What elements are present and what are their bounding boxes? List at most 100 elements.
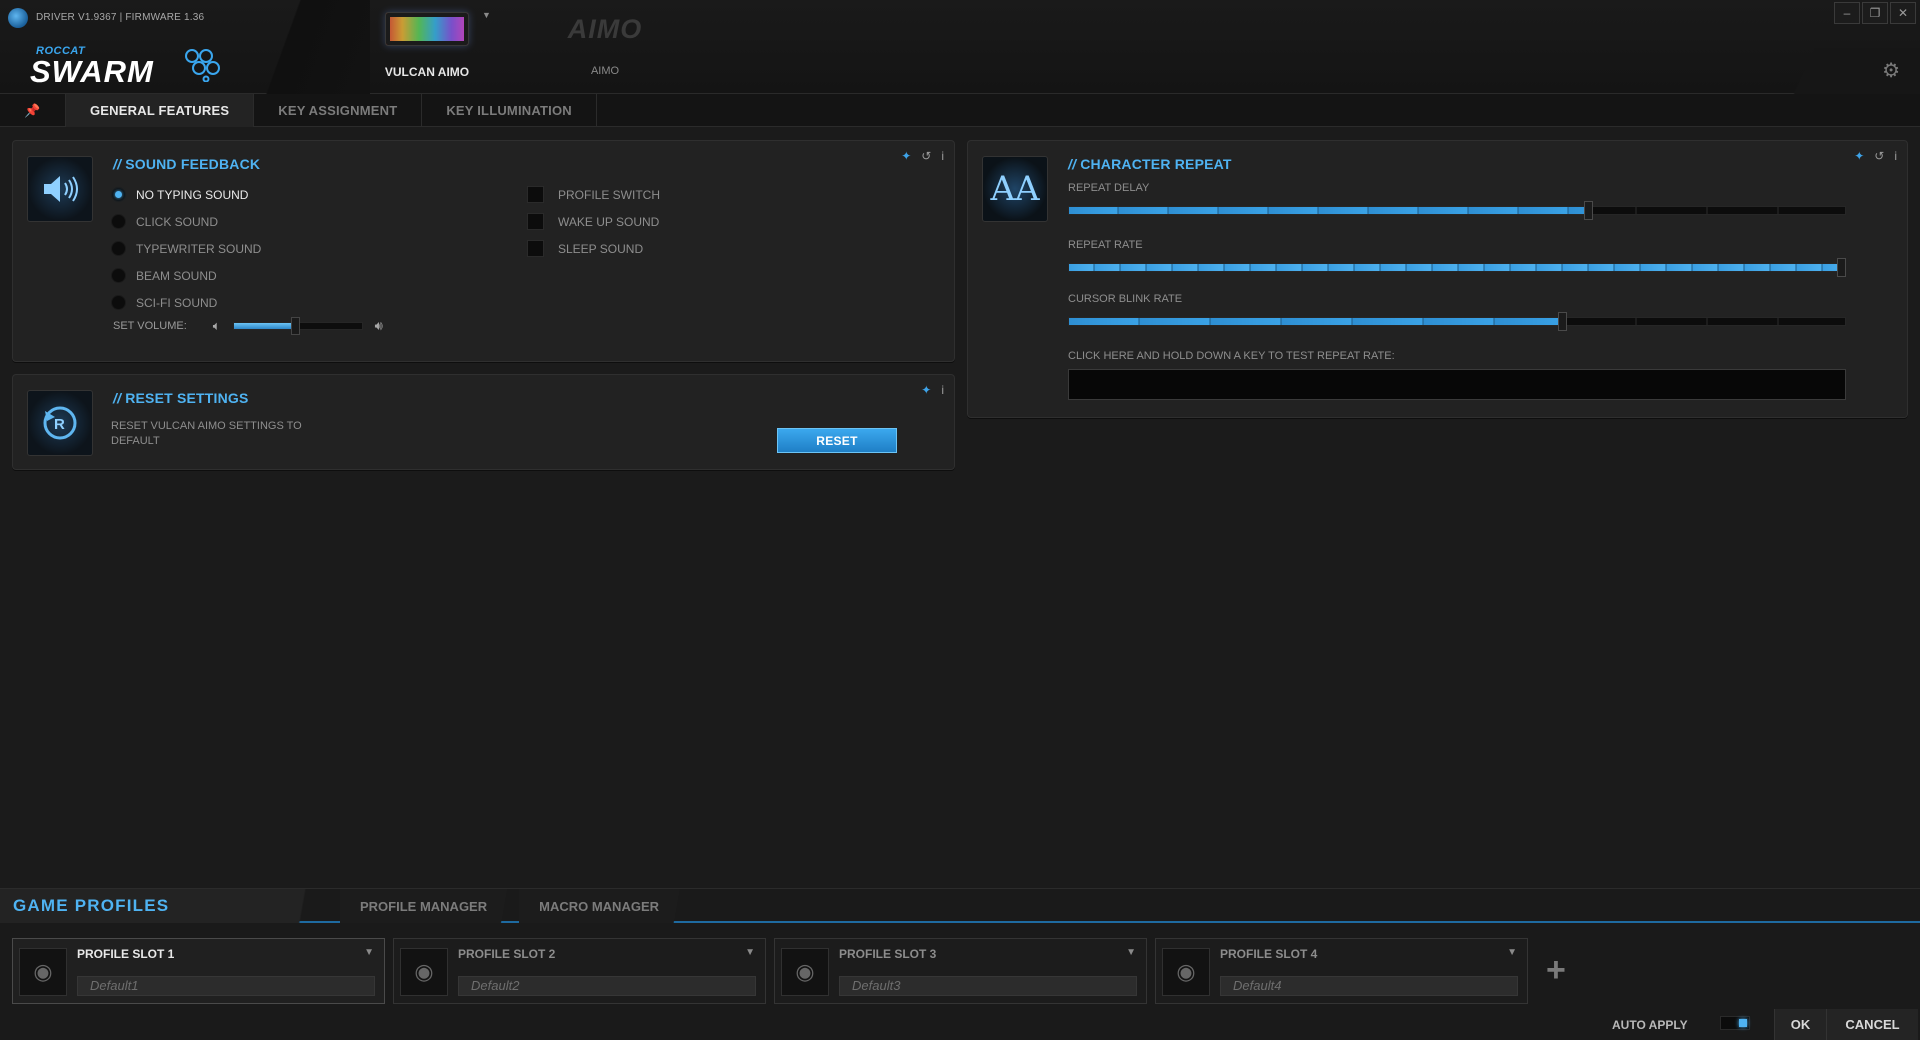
radio-typewriter-sound[interactable]: TYPEWRITER SOUND [111, 235, 261, 262]
test-repeat-input[interactable] [1068, 369, 1846, 400]
panel-tools: ✦ ↺ i [901, 149, 944, 163]
cancel-button[interactable]: CANCEL [1826, 1009, 1918, 1040]
tab-key-illumination[interactable]: KEY ILLUMINATION [422, 94, 597, 127]
volume-slider-handle[interactable] [290, 317, 300, 335]
device-dropdown-icon[interactable]: ▼ [482, 10, 491, 20]
radio-button[interactable] [111, 295, 126, 310]
ok-button[interactable]: OK [1774, 1009, 1826, 1040]
radio-button[interactable] [111, 268, 126, 283]
profile-name-field[interactable]: Default2 [458, 976, 756, 996]
checkbox[interactable] [527, 240, 544, 257]
profile-slot-3[interactable]: ◉ PROFILE SLOT 3 ▼ Default3 [774, 938, 1147, 1004]
checkbox[interactable] [527, 186, 544, 203]
pin-icon[interactable]: ✦ [921, 383, 931, 397]
cursor-blink-rate-control: CURSOR BLINK RATE [1068, 293, 1848, 331]
close-icon[interactable]: ✕ [1890, 2, 1916, 24]
radio-label: SCI-FI SOUND [136, 295, 218, 310]
profile-slot-2[interactable]: ◉ PROFILE SLOT 2 ▼ Default2 [393, 938, 766, 1004]
auto-apply-toggle[interactable] [1720, 1016, 1750, 1030]
restore-icon[interactable]: ❐ [1862, 2, 1888, 24]
roccat-avatar-icon: ◉ [19, 948, 67, 996]
profile-slot-1[interactable]: ◉ PROFILE SLOT 1 ▼ Default1 [12, 938, 385, 1004]
radio-label: TYPEWRITER SOUND [136, 241, 262, 256]
minimize-icon[interactable]: – [1834, 2, 1860, 24]
chevron-down-icon[interactable]: ▼ [1507, 947, 1517, 958]
radio-button[interactable] [111, 187, 126, 202]
panel-tools: ✦ ↺ i [1854, 149, 1897, 163]
speaker-high-icon: 🔊︎ [374, 318, 383, 333]
info-icon[interactable]: i [941, 383, 944, 397]
reset-button[interactable]: RESET [777, 428, 897, 453]
pin-icon[interactable]: ✦ [1854, 149, 1864, 163]
slider-handle[interactable] [1558, 312, 1568, 331]
cursor-blink-rate-slider[interactable] [1068, 312, 1846, 331]
panel-title: //RESET SETTINGS [113, 390, 249, 406]
sound-toggles: PROFILE SWITCH WAKE UP SOUND SLEEP SOUND [527, 181, 660, 262]
roccat-avatar-icon: ◉ [781, 948, 829, 996]
sound-options: NO TYPING SOUND CLICK SOUND TYPEWRITER S… [111, 181, 261, 316]
profile-slot-name: PROFILE SLOT 1 [77, 947, 175, 961]
device-aimo[interactable]: AIMO AIMO [550, 12, 660, 82]
main-tabs: 📌 GENERAL FEATURES KEY ASSIGNMENT KEY IL… [0, 94, 1920, 127]
radio-click-sound[interactable]: CLICK SOUND [111, 208, 261, 235]
profile-name-field[interactable]: Default3 [839, 976, 1137, 996]
tab-game-profiles[interactable]: GAME PROFILES [0, 889, 340, 923]
info-icon[interactable]: i [941, 149, 944, 163]
profile-name-field[interactable]: Default4 [1220, 976, 1518, 996]
checkbox-label: WAKE UP SOUND [558, 214, 660, 229]
pin-icon[interactable]: 📌 [0, 94, 66, 127]
undo-icon[interactable]: ↺ [1874, 149, 1884, 163]
chevron-down-icon[interactable]: ▼ [364, 947, 374, 958]
header-shade [230, 0, 370, 94]
toggle-knob [1739, 1019, 1747, 1027]
radio-button[interactable] [111, 214, 126, 229]
pin-icon[interactable]: ✦ [901, 149, 911, 163]
profile-name-field[interactable]: Default1 [77, 976, 375, 996]
volume-label: SET VOLUME: [113, 320, 187, 332]
keyboard-icon [385, 12, 469, 46]
slider-handle[interactable] [1837, 258, 1846, 277]
gear-icon[interactable]: ⚙ [1882, 58, 1900, 83]
info-icon[interactable]: i [1894, 149, 1897, 163]
checkbox-wake-up-sound[interactable]: WAKE UP SOUND [527, 208, 660, 235]
radio-label: NO TYPING SOUND [136, 187, 249, 202]
slider-label: REPEAT DELAY [1068, 182, 1150, 194]
undo-icon[interactable]: ↺ [921, 149, 931, 163]
add-profile-icon[interactable]: + [1546, 951, 1566, 990]
logo-product: SWARM [30, 54, 154, 89]
device-vulcan-aimo[interactable]: VULCAN AIMO [372, 12, 482, 82]
repeat-delay-slider[interactable] [1068, 201, 1846, 220]
tab-key-assignment[interactable]: KEY ASSIGNMENT [254, 94, 423, 127]
repeat-rate-slider[interactable] [1068, 258, 1846, 277]
panel-title-text: RESET SETTINGS [125, 390, 249, 406]
profile-slot-4[interactable]: ◉ PROFILE SLOT 4 ▼ Default4 [1155, 938, 1528, 1004]
checkbox-sleep-sound[interactable]: SLEEP SOUND [527, 235, 660, 262]
svg-text:R: R [54, 416, 65, 433]
radio-no-typing-sound[interactable]: NO TYPING SOUND [111, 181, 261, 208]
repeat-delay-control: REPEAT DELAY [1068, 182, 1848, 220]
volume-slider[interactable] [232, 317, 363, 335]
chevron-down-icon[interactable]: ▼ [1126, 947, 1136, 958]
tab-general-features[interactable]: GENERAL FEATURES [66, 94, 255, 127]
profile-tabs: GAME PROFILES PROFILE MANAGER MACRO MANA… [0, 889, 1920, 923]
checkbox[interactable] [527, 213, 544, 230]
slider-handle[interactable] [1583, 201, 1593, 220]
checkbox-label: PROFILE SWITCH [558, 187, 661, 202]
roccat-avatar-icon: ◉ [1162, 948, 1210, 996]
radio-beam-sound[interactable]: BEAM SOUND [111, 262, 261, 289]
roccat-avatar-icon: ◉ [400, 948, 448, 996]
hexagon-cluster-icon [185, 49, 220, 82]
test-repeat-label: CLICK HERE AND HOLD DOWN A KEY TO TEST R… [1068, 350, 1395, 362]
radio-button[interactable] [111, 241, 126, 256]
device-label: VULCAN AIMO [384, 65, 470, 79]
speaker-icon [27, 156, 93, 222]
checkbox-profile-switch[interactable]: PROFILE SWITCH [527, 181, 660, 208]
volume-slider-fill [233, 323, 296, 329]
tab-macro-manager[interactable]: MACRO MANAGER [519, 889, 692, 923]
profile-slot-name: PROFILE SLOT 3 [839, 947, 937, 961]
reset-settings-panel: ✦ i R //RESET SETTINGS RESET VULCAN AIMO… [12, 374, 955, 470]
chevron-down-icon[interactable]: ▼ [745, 947, 755, 958]
slider-fill [1069, 264, 1845, 271]
tab-profile-manager[interactable]: PROFILE MANAGER [340, 889, 520, 923]
radio-sci-fi-sound[interactable]: SCI-FI SOUND [111, 289, 261, 316]
